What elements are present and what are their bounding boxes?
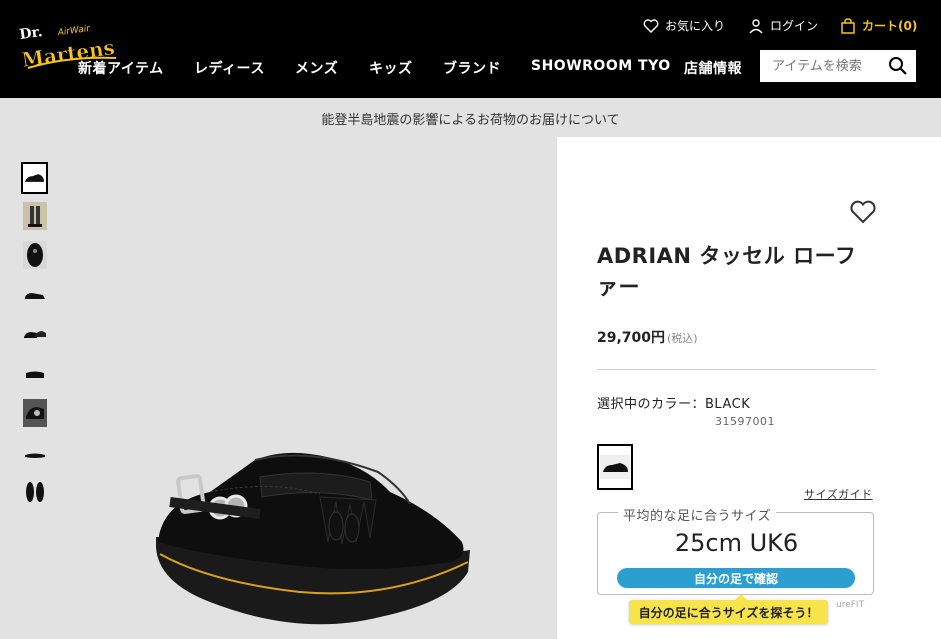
svg-text:Dr.: Dr.	[18, 24, 43, 43]
search-icon[interactable]	[888, 56, 908, 76]
nav-ladies[interactable]: レディース	[194, 58, 265, 78]
color-swatch-black[interactable]	[597, 444, 633, 490]
favorites-label: お気に入り	[665, 19, 726, 33]
thumbnail-7[interactable]	[21, 397, 48, 429]
divider	[597, 369, 876, 370]
thumbnail-6[interactable]	[21, 358, 48, 390]
nav-mens[interactable]: メンズ	[295, 58, 338, 78]
nav-new-arrivals[interactable]: 新着アイテム	[78, 58, 164, 78]
nav-kids[interactable]: キッズ	[369, 58, 413, 78]
shopping-bag-icon	[841, 17, 855, 34]
size-guide-link[interactable]: サイズガイド	[804, 486, 873, 502]
nav-stores[interactable]: 店舗情報	[684, 58, 742, 78]
svg-text:AirWair: AirWair	[56, 24, 92, 39]
cart-link[interactable]: カート(0)	[840, 17, 917, 34]
product-price: 29,700円	[597, 330, 666, 346]
notice-bar: 能登半島地震の影響によるお荷物のお届けについて	[0, 98, 941, 137]
product-main-image[interactable]	[150, 442, 480, 639]
recommended-size: 25cm UK6	[674, 529, 799, 557]
site-header: Dr. Martens AirWair お気に入り ログイン カート(0) 新着…	[0, 0, 941, 98]
thumbnail-4[interactable]	[21, 279, 48, 311]
tax-note: (税込)	[667, 332, 698, 345]
notice-link[interactable]: 能登半島地震の影響によるお荷物のお届けについて	[0, 109, 941, 128]
favorites-link[interactable]: お気に入り	[643, 17, 725, 34]
user-icon	[749, 18, 763, 33]
thumbnail-9[interactable]	[21, 476, 48, 508]
search-input[interactable]	[760, 50, 884, 82]
thumbnail-5[interactable]	[21, 318, 48, 350]
product-sku: 31597001	[715, 415, 775, 428]
wishlist-heart-icon[interactable]	[849, 199, 877, 225]
product-title: ADRIAN タッセル ローファー	[597, 244, 857, 299]
search-box	[760, 50, 916, 82]
nav-brand[interactable]: ブランド	[443, 58, 501, 78]
login-link[interactable]: ログイン	[748, 17, 818, 34]
fit-recommendation-box: 平均的な足に合うサイズ 25cm UK6 自分の足で確認	[597, 505, 874, 595]
check-fit-button[interactable]: 自分の足で確認	[617, 568, 855, 588]
fit-heading: 平均的な足に合うサイズ	[618, 505, 777, 524]
product-detail-panel: ADRIAN タッセル ローファー 29,700円 (税込) 選択中のカラー：B…	[557, 137, 941, 639]
heart-icon	[643, 18, 659, 33]
fit-tooltip[interactable]: 自分の足に合うサイズを探そう！	[629, 594, 828, 624]
nav-showroom[interactable]: SHOWROOM TYO	[531, 58, 671, 74]
thumbnail-8[interactable]	[21, 437, 48, 469]
login-label: ログイン	[770, 19, 819, 33]
product-gallery	[0, 137, 557, 639]
thumbnail-3[interactable]	[21, 239, 48, 271]
selected-color-label: 選択中のカラー：BLACK	[597, 397, 751, 412]
thumbnail-2[interactable]	[21, 200, 48, 232]
cart-label: カート(0)	[862, 19, 918, 33]
thumbnail-1[interactable]	[21, 162, 48, 194]
fit-brand-mark: ureFIT	[836, 600, 865, 610]
